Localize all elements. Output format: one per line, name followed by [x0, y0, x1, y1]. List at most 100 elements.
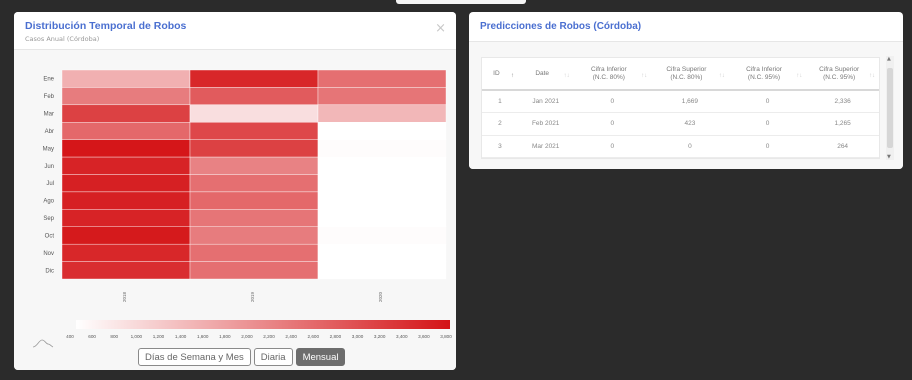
- heatmap-cell: [189, 139, 319, 158]
- dias-semana-mes-button[interactable]: Días de Semana y Mes: [138, 348, 251, 366]
- heatmap-cell: [61, 156, 191, 175]
- heatmap-cell: [189, 191, 319, 210]
- table-row[interactable]: 1 Jan 2021 0 1,669 0 2,336: [482, 90, 879, 113]
- predictions-body: ID ↑ Date ↑↓ Cifra Inferior (N.C. 80%) ↑↓ Cifr…: [469, 42, 903, 169]
- heatmap-modal-body: Ene Feb Mar Abr May Jun Jul Ago Sep Oct Nov Dic 2018…: [14, 50, 456, 370]
- sort-icon[interactable]: ↑↓: [869, 72, 875, 80]
- predictions-header: Predicciones de Robos (Córdoba): [469, 12, 903, 42]
- y-tick-label: Mar: [44, 112, 54, 118]
- colorbar-tick-label: 3,600: [418, 334, 430, 339]
- colorbar-tick-label: 3,400: [396, 334, 408, 339]
- heatmap-cell: [61, 226, 191, 245]
- heatmap-cell: [61, 139, 191, 158]
- heatmap-cell: [189, 69, 319, 88]
- colorbar-tick-label: 2,400: [285, 334, 297, 339]
- column-header-label: Cifra Inferior (N.C. 80%): [590, 65, 627, 81]
- y-tick-label: Oct: [45, 233, 55, 239]
- colorbar-tick-label: 3,200: [374, 334, 386, 339]
- heatmap-cell: [61, 243, 191, 262]
- sort-icon[interactable]: ↑↓: [641, 72, 647, 80]
- table-cell: 423: [651, 112, 729, 136]
- heatmap-cell: [317, 69, 447, 88]
- heatmap-cell: [61, 87, 191, 106]
- heatmap-cell: [189, 243, 319, 262]
- table-cell: 0: [573, 135, 652, 158]
- colorbar-tick-label: 1,800: [219, 334, 231, 339]
- table-cell: 264: [806, 135, 879, 158]
- colorbar-tick-label: 2,800: [330, 334, 342, 339]
- colorbar: [76, 320, 450, 329]
- colorbar-tick-label: 2,600: [308, 334, 320, 339]
- column-header[interactable]: Cifra Inferior (N.C. 95%) ↑↓: [728, 58, 807, 91]
- x-tick-label: 2020: [378, 291, 383, 302]
- column-header[interactable]: Cifra Superior (N.C. 95%) ↑↓: [806, 58, 879, 91]
- scroll-down-icon[interactable]: ▼: [887, 154, 891, 160]
- colorbar-tick-label: 3,800: [440, 334, 452, 339]
- y-tick-label: Sep: [43, 216, 54, 222]
- table-cell: Feb 2021: [517, 112, 574, 136]
- heatmap-cell: [61, 69, 191, 88]
- mensual-button[interactable]: Mensual: [295, 348, 346, 366]
- heatmap-modal-header: Distribución Temporal de Robos Casos Anu…: [14, 12, 456, 50]
- table-cell: 0: [728, 135, 807, 158]
- colorbar-tick-label: 1,200: [153, 334, 165, 339]
- table-cell: 0: [651, 135, 729, 158]
- column-header[interactable]: ID ↑: [482, 58, 518, 91]
- heatmap-cell: [61, 191, 191, 210]
- predictions-table-container: ID ↑ Date ↑↓ Cifra Inferior (N.C. 80%) ↑↓ Cifr…: [481, 57, 880, 159]
- heatmap-cell: [317, 226, 447, 245]
- heatmap-title: Distribución Temporal de Robos: [25, 20, 187, 32]
- y-tick-label: Feb: [44, 94, 55, 100]
- heatmap-cell: [317, 122, 447, 140]
- scroll-up-icon[interactable]: ▲: [887, 56, 891, 62]
- heatmap-svg: Ene Feb Mar Abr May Jun Jul Ago Sep Oct Nov Dic 2018…: [43, 69, 452, 339]
- column-header[interactable]: Cifra Superior (N.C. 80%) ↑↓: [651, 58, 729, 91]
- heatmap-chart: Ene Feb Mar Abr May Jun Jul Ago Sep Oct Nov Dic 2018…: [20, 54, 452, 354]
- column-header[interactable]: Cifra Inferior (N.C. 80%) ↑↓: [573, 58, 652, 91]
- table-row[interactable]: 2 Feb 2021 0 423 0 1,265: [482, 112, 879, 136]
- colorbar-tick-label: 3,000: [352, 334, 364, 339]
- heatmap-cell: [317, 87, 447, 106]
- heatmap-cell: [317, 174, 447, 193]
- sort-icon[interactable]: ↑↓: [564, 72, 570, 80]
- table-cell: 1,669: [651, 90, 729, 113]
- heatmap-cell: [189, 174, 319, 193]
- y-tick-label: Abr: [45, 129, 54, 135]
- table-row[interactable]: 3 Mar 2021 0 0 0 264: [482, 135, 879, 158]
- heatmap-cell: [61, 122, 191, 140]
- heatmap-cell: [189, 87, 319, 106]
- table-cell: 3: [482, 135, 518, 158]
- column-header-label: Cifra Inferior (N.C. 95%): [746, 65, 782, 81]
- scrollbar-thumb[interactable]: [887, 68, 893, 148]
- close-icon[interactable]: ×: [435, 22, 446, 35]
- heatmap-cell: [317, 139, 447, 158]
- sort-icon[interactable]: ↑↓: [796, 72, 802, 80]
- x-tick-label: 2019: [250, 291, 255, 302]
- sort-icon[interactable]: ↑: [511, 72, 514, 80]
- y-tick-label: Dic: [45, 268, 54, 274]
- table-scrollbar[interactable]: ▲ ▼: [886, 56, 894, 160]
- y-tick-label: Nov: [43, 251, 54, 257]
- heatmap-cell: [61, 209, 191, 227]
- column-header-label: Cifra Superior (N.C. 80%): [666, 65, 707, 81]
- table-cell: 2: [482, 112, 518, 136]
- y-tick-label: Jul: [46, 181, 54, 187]
- distribution-curve-icon: [32, 339, 54, 348]
- heatmap-cell: [317, 191, 447, 210]
- table-body: 1 Jan 2021 0 1,669 0 2,336 2 Feb 2021 0 423 0 1,265…: [482, 90, 879, 158]
- table-cell: Mar 2021: [517, 135, 574, 158]
- table-cell: 0: [573, 90, 652, 113]
- heatmap-cell: [61, 174, 191, 193]
- sort-icon[interactable]: ↑↓: [719, 72, 725, 80]
- view-toggle-group: Días de Semana y Mes Diaria Mensual: [138, 348, 346, 366]
- heatmap-cell: [189, 209, 319, 227]
- column-header[interactable]: Date ↑↓: [517, 58, 574, 91]
- heatmap-cell: [189, 104, 319, 123]
- table-cell: 2,336: [806, 90, 879, 113]
- table-cell: 0: [728, 90, 807, 113]
- colorbar-tick-label: 800: [110, 334, 118, 339]
- table-cell: 1,265: [806, 112, 879, 136]
- colorbar-tick-label: 1,000: [131, 334, 143, 339]
- diaria-button[interactable]: Diaria: [253, 348, 293, 366]
- table-cell: 0: [728, 112, 807, 136]
